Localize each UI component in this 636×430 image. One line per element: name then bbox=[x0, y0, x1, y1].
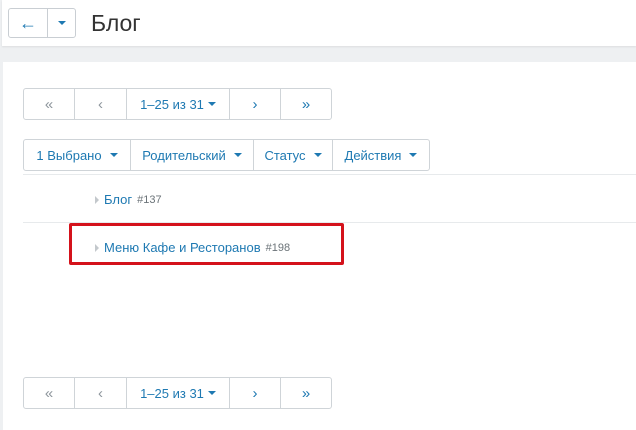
next-page-button[interactable]: › bbox=[229, 88, 281, 120]
caret-down-icon bbox=[207, 102, 216, 106]
caret-down-icon bbox=[233, 153, 242, 157]
highlight-annotation-box bbox=[69, 223, 344, 265]
last-page-button[interactable]: » bbox=[280, 377, 332, 409]
parent-filter-label: Родительский bbox=[142, 147, 226, 163]
back-button[interactable]: ← bbox=[8, 8, 48, 38]
caret-down-icon bbox=[313, 153, 322, 157]
page-range-label: 1–25 из 31 bbox=[140, 96, 204, 112]
pagination-bottom: « ‹ 1–25 из 31 › » bbox=[23, 377, 332, 409]
item-id: #137 bbox=[137, 193, 162, 206]
first-page-button[interactable]: « bbox=[23, 377, 75, 409]
prev-page-button[interactable]: ‹ bbox=[74, 88, 127, 120]
page-range-label: 1–25 из 31 bbox=[140, 385, 204, 401]
caret-down-icon bbox=[207, 391, 216, 395]
status-filter-label: Статус bbox=[264, 147, 306, 163]
next-page-button[interactable]: › bbox=[229, 377, 281, 409]
filter-toolbar: 1 Выбрано Родительский Статус Действия bbox=[23, 139, 430, 171]
item-name[interactable]: Блог bbox=[104, 192, 132, 207]
list-divider bbox=[23, 174, 636, 175]
pagination-top: « ‹ 1–25 из 31 › » bbox=[23, 88, 332, 120]
actions-label: Действия bbox=[344, 147, 402, 163]
status-filter-dropdown[interactable]: Статус bbox=[253, 139, 333, 171]
expand-arrow-icon[interactable] bbox=[95, 195, 99, 204]
selected-count-dropdown[interactable]: 1 Выбрано bbox=[23, 139, 131, 171]
arrow-left-icon: ← bbox=[19, 12, 37, 33]
actions-dropdown[interactable]: Действия bbox=[332, 139, 430, 171]
back-menu-button[interactable] bbox=[47, 8, 76, 38]
caret-down-icon bbox=[57, 21, 66, 25]
page-range-dropdown[interactable]: 1–25 из 31 bbox=[126, 377, 230, 409]
prev-page-button[interactable]: ‹ bbox=[74, 377, 127, 409]
main-content: « ‹ 1–25 из 31 › » 1 Выбрано Родительски… bbox=[3, 62, 636, 430]
page-range-dropdown[interactable]: 1–25 из 31 bbox=[126, 88, 230, 120]
caret-down-icon bbox=[109, 153, 118, 157]
selected-count-label: 1 Выбрано bbox=[36, 147, 102, 163]
first-page-button[interactable]: « bbox=[23, 88, 75, 120]
caret-down-icon bbox=[409, 153, 418, 157]
page-header: ← Блог bbox=[2, 0, 636, 46]
back-button-group: ← bbox=[8, 8, 76, 38]
list-item[interactable]: Блог #137 bbox=[95, 192, 162, 207]
page-title: Блог bbox=[91, 10, 141, 36]
parent-filter-dropdown[interactable]: Родительский bbox=[130, 139, 254, 171]
last-page-button[interactable]: » bbox=[280, 88, 332, 120]
